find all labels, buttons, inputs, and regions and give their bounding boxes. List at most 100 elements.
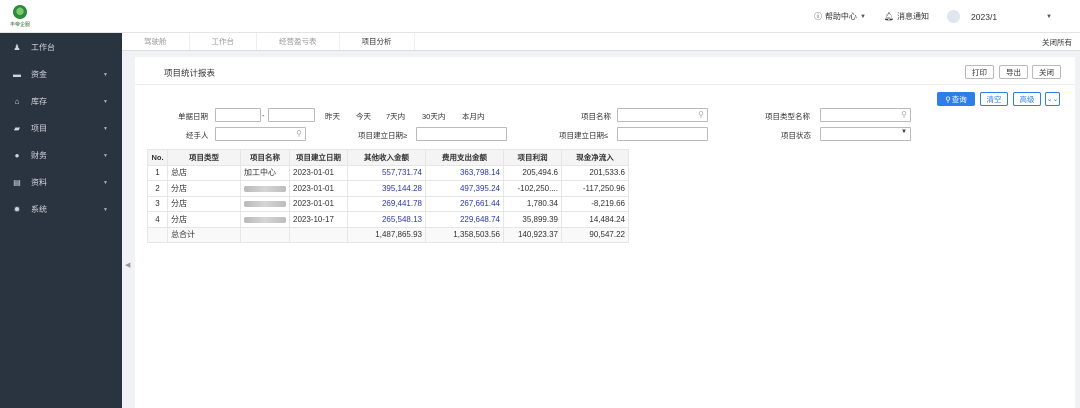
handler-input[interactable]: ⚲ — [215, 127, 306, 141]
redacted-name — [244, 216, 286, 223]
top-bar: 丰帝企服 ⓘ 帮助中心 ▼ 🔔︎ 消息通知 2023/1 ▼ — [0, 0, 1080, 33]
date-label: 单据日期 — [178, 112, 208, 121]
column-header[interactable]: 项目建立日期 — [289, 149, 348, 166]
expand-filters-button[interactable]: ⌄⌄ — [1045, 92, 1060, 106]
app-logo[interactable]: 丰帝企服 — [9, 5, 31, 29]
row-number-cell: 4 — [147, 211, 168, 228]
expense-amount-link[interactable]: 267,661.44 — [425, 195, 504, 212]
project-type-name-label: 项目类型名称 — [765, 112, 810, 121]
query-button[interactable]: ⚲ 查询 — [937, 92, 975, 106]
search-icon[interactable]: ⚲ — [698, 110, 704, 119]
print-button[interactable]: 打印 — [965, 65, 994, 79]
redacted-name — [244, 201, 286, 208]
search-icon[interactable]: ⚲ — [296, 129, 302, 138]
total-cash-cell: 90,547.22 — [561, 226, 629, 243]
profit-cell: -102,250.... — [503, 180, 562, 197]
quick-date-7days[interactable]: 7天内 — [386, 111, 405, 122]
expense-amount-link[interactable]: 229,648.74 — [425, 211, 504, 228]
sidebar-item-5[interactable]: ▤ 资料 ▼ — [0, 169, 122, 196]
report-table: No. 项目类型 项目名称 项目建立日期 其他收入金额 费用支出金额 项目利润 现金净流入 1… — [147, 149, 629, 243]
income-amount-link[interactable]: 265,548.13 — [347, 211, 426, 228]
sidebar-item-3[interactable]: ▰ 项目 ▼ — [0, 115, 122, 142]
search-icon[interactable]: ⚲ — [901, 110, 907, 119]
clear-button[interactable]: 清空 — [980, 92, 1008, 106]
income-amount-link[interactable]: 557,731.74 — [347, 164, 426, 181]
column-header[interactable]: 费用支出金额 — [425, 149, 504, 166]
finance-icon: ● — [14, 151, 20, 160]
user-menu[interactable]: 2023/1 ▼ — [947, 10, 1052, 23]
column-header[interactable]: 其他收入金额 — [347, 149, 426, 166]
income-amount-link[interactable]: 395,144.28 — [347, 180, 426, 197]
column-header[interactable]: 项目利润 — [503, 149, 562, 166]
money-icon: ▬ — [13, 70, 21, 79]
help-center-label: 帮助中心 — [824, 12, 857, 21]
chevron-down-icon: ▼ — [103, 125, 108, 132]
advanced-button[interactable]: 高级 — [1013, 92, 1041, 106]
table-row[interactable]: 4 分店 2023-10-17 265,548.13 229,648.74 35,899.… — [147, 211, 629, 228]
close-all-tabs-button[interactable]: 关闭所有 — [1042, 33, 1072, 51]
sidebar-item-1[interactable]: ▬ 资金 ▼ — [0, 61, 122, 88]
chevron-down-icon: ▼ — [1046, 13, 1052, 20]
start-date-input[interactable] — [215, 108, 261, 122]
sidebar-item-0[interactable]: ♟ 工作台 — [0, 33, 122, 61]
column-header[interactable]: No. — [147, 149, 168, 166]
export-button[interactable]: 导出 — [999, 65, 1028, 79]
status-select[interactable]: ▼ — [820, 127, 911, 141]
column-header[interactable]: 项目名称 — [240, 149, 290, 166]
create-date-le-input[interactable] — [617, 127, 708, 141]
help-center-menu[interactable]: ⓘ 帮助中心 ▼ — [814, 11, 866, 22]
total-expense-cell: 1,358,503.56 — [425, 226, 504, 243]
create-date-ge-input[interactable] — [416, 127, 507, 141]
project-type-cell: 分店 — [167, 195, 241, 212]
expense-amount-link[interactable]: 497,395.24 — [425, 180, 504, 197]
expense-amount-link[interactable]: 363,798.14 — [425, 164, 504, 181]
sidebar-item-label: 项目 — [31, 124, 47, 133]
project-name-cell — [240, 195, 290, 212]
tab-0[interactable]: 驾驶舱 — [122, 33, 190, 50]
cash-flow-cell: 14,484.24 — [561, 211, 629, 228]
sidebar-collapse-handle[interactable]: ◀ — [122, 33, 134, 408]
report-panel: 项目统计报表 打印 导出 关闭 ⚲ 查询 清空 高级 ⌄⌄ 单据日期 - 昨天 … — [135, 57, 1075, 408]
end-date-input[interactable] — [268, 108, 315, 122]
profit-cell: 35,899.39 — [503, 211, 562, 228]
tab-2[interactable]: 经营盈亏表 — [257, 33, 340, 50]
income-amount-link[interactable]: 269,441.78 — [347, 195, 426, 212]
row-number-cell: 2 — [147, 180, 168, 197]
table-total-row: 总合计 1,487,865.93 1,358,503.56 140,923.37 90,… — [147, 226, 629, 243]
create-date-cell: 2023-01-01 — [289, 180, 348, 197]
sidebar-item-4[interactable]: ● 财务 ▼ — [0, 142, 122, 169]
bell-icon: 🔔︎ — [883, 12, 895, 21]
column-header[interactable]: 项目类型 — [167, 149, 241, 166]
quick-date-today[interactable]: 今天 — [356, 111, 371, 122]
tab-1[interactable]: 工作台 — [190, 33, 257, 50]
table-row[interactable]: 3 分店 2023-01-01 269,441.78 267,661.44 1,780.3… — [147, 195, 629, 212]
table-row[interactable]: 1 总店 加工中心 2023-01-01 557,731.74 363,798.14 205… — [147, 164, 629, 181]
tab-bar: 驾驶舱 工作台 经营盈亏表 项目分析 关闭所有 — [122, 33, 1080, 51]
sidebar-item-6[interactable]: ✹ 系统 ▼ — [0, 196, 122, 223]
column-header[interactable]: 现金净流入 — [561, 149, 629, 166]
logo-text: 丰帝企服 — [9, 22, 30, 28]
project-name-cell: 加工中心 — [240, 164, 290, 181]
total-empty-cell — [289, 226, 348, 243]
total-income-cell: 1,487,865.93 — [347, 226, 426, 243]
sidebar-item-2[interactable]: ⌂ 库存 ▼ — [0, 88, 122, 115]
folder-icon: ▰ — [13, 124, 21, 133]
close-button[interactable]: 关闭 — [1032, 65, 1061, 79]
sidebar-item-label: 库存 — [31, 97, 47, 106]
quick-date-30days[interactable]: 30天内 — [422, 111, 445, 122]
project-type-cell: 分店 — [167, 180, 241, 197]
quick-date-yesterday[interactable]: 昨天 — [325, 111, 340, 122]
table-row[interactable]: 2 分店 2023-01-01 395,144.28 497,395.24 -102,25… — [147, 180, 629, 197]
tab-3[interactable]: 项目分析 — [340, 33, 415, 50]
date-separator: - — [262, 111, 265, 120]
user-name: 2023/1 — [971, 11, 998, 22]
quick-date-this-month[interactable]: 本月内 — [462, 111, 485, 122]
notification-button[interactable]: 🔔︎ 消息通知 — [884, 11, 929, 22]
profit-cell: 1,780.34 — [503, 195, 562, 212]
project-type-name-input[interactable]: ⚲ — [820, 108, 911, 122]
chevron-down-icon: ▼ — [859, 13, 866, 20]
logo-icon — [13, 5, 27, 19]
chevron-down-icon: ▼ — [103, 152, 108, 159]
total-empty-cell — [147, 226, 168, 243]
project-name-input[interactable]: ⚲ — [617, 108, 708, 122]
